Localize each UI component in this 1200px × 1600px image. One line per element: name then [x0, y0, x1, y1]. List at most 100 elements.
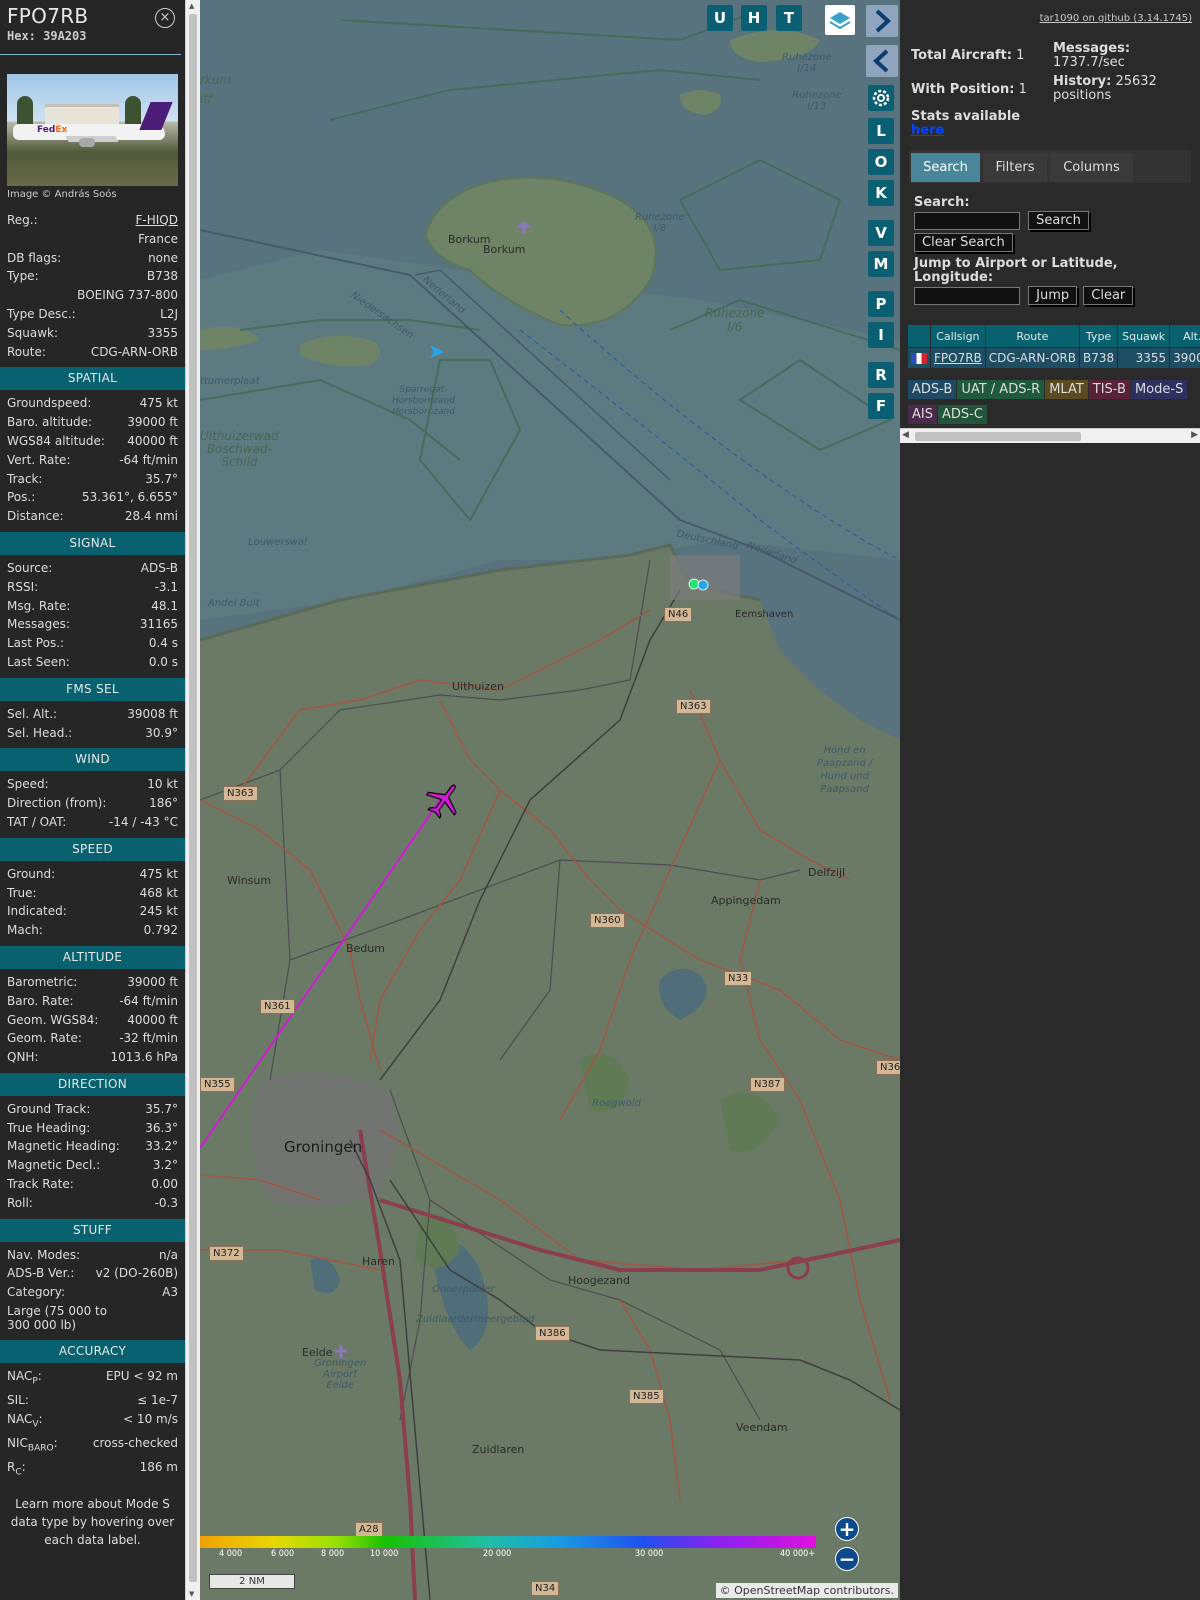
layers-icon[interactable] — [825, 5, 855, 35]
info-label[interactable]: Pos.: — [7, 488, 35, 507]
info-label[interactable]: Type: — [7, 267, 39, 286]
info-label[interactable]: TAT / OAT: — [7, 813, 66, 832]
toggle-button-h[interactable]: H — [741, 5, 767, 31]
info-label[interactable]: Ground: — [7, 865, 55, 884]
info-label[interactable]: Type Desc.: — [7, 305, 76, 324]
github-link[interactable]: tar1090 on github (3.14.1745) — [1040, 13, 1192, 24]
info-label[interactable]: RC: — [7, 1458, 26, 1482]
info-label[interactable]: Track: — [7, 470, 42, 489]
info-label[interactable]: Nav. Modes: — [7, 1246, 80, 1265]
toggle-button-p[interactable]: P — [868, 291, 894, 317]
col-header-callsign[interactable]: Callsign — [930, 324, 986, 348]
jump-button[interactable]: Jump — [1028, 286, 1078, 305]
map-attribution[interactable]: © OpenStreetMap contributors. — [715, 1583, 898, 1598]
toggle-button-o[interactable]: O — [868, 149, 894, 175]
info-label[interactable]: NICBARO: — [7, 1434, 58, 1458]
info-label[interactable]: Route: — [7, 343, 46, 362]
tab-search[interactable]: Search — [911, 153, 980, 182]
toggle-button-f[interactable]: F — [868, 393, 894, 419]
scrollbar-thumb[interactable] — [915, 432, 1081, 441]
toggle-button-k[interactable]: K — [868, 180, 894, 206]
info-label[interactable]: WGS84 altitude: — [7, 432, 105, 451]
col-header-flag[interactable] — [907, 324, 931, 348]
place-label: rkum — [200, 73, 232, 87]
close-icon[interactable]: × — [155, 8, 175, 28]
info-label[interactable]: NACP: — [7, 1367, 42, 1391]
cell-callsign[interactable]: FPO7RB — [930, 347, 986, 368]
map-view[interactable]: U H T L O K V M P I R F Borkum Borkum Ru… — [200, 0, 900, 1600]
info-panel-scrollbar[interactable]: ▲ ▼ — [185, 0, 200, 1600]
info-label[interactable]: Last Seen: — [7, 653, 70, 672]
info-label[interactable]: SIL: — [7, 1391, 29, 1410]
scroll-up-arrow-icon[interactable]: ▲ — [189, 2, 194, 10]
zoom-in-button[interactable]: + — [835, 1517, 859, 1541]
toggle-button-l[interactable]: L — [868, 118, 894, 144]
info-label[interactable]: NACV: — [7, 1410, 43, 1434]
col-header-squawk[interactable]: Squawk — [1117, 324, 1171, 348]
toggle-button-u[interactable]: U — [707, 5, 733, 31]
info-label[interactable]: RSSI: — [7, 578, 38, 597]
search-input[interactable] — [914, 211, 1020, 230]
info-label[interactable]: Mach: — [7, 921, 43, 940]
tab-filters[interactable]: Filters — [983, 153, 1047, 182]
scroll-left-arrow-icon[interactable]: ◀ — [902, 430, 909, 440]
info-label[interactable]: Magnetic Decl.: — [7, 1156, 100, 1175]
search-button[interactable]: Search — [1028, 211, 1089, 230]
info-label[interactable]: Reg.: — [7, 211, 38, 230]
info-label[interactable]: Sel. Alt.: — [7, 705, 57, 724]
toggle-button-i[interactable]: I — [868, 322, 894, 348]
info-label[interactable]: Source: — [7, 559, 52, 578]
info-label[interactable]: Msg. Rate: — [7, 597, 70, 616]
chevron-left-icon[interactable] — [866, 45, 898, 77]
jump-input[interactable] — [914, 286, 1020, 305]
info-label[interactable]: Last Pos.: — [7, 634, 64, 653]
toggle-button-m[interactable]: M — [868, 251, 894, 277]
info-label[interactable]: Squawk: — [7, 324, 58, 343]
info-label[interactable]: Direction (from): — [7, 794, 106, 813]
stats-link[interactable]: here — [911, 124, 1020, 138]
info-label[interactable]: Geom. Rate: — [7, 1029, 82, 1048]
info-label[interactable]: ADS-B Ver.: — [7, 1264, 74, 1283]
chevron-right-icon[interactable] — [866, 5, 898, 37]
info-label[interactable]: Baro. Rate: — [7, 992, 74, 1011]
info-label[interactable]: QNH: — [7, 1048, 39, 1067]
info-label[interactable]: Distance: — [7, 507, 64, 526]
info-label[interactable]: Geom. WGS84: — [7, 1011, 98, 1030]
info-label[interactable]: Track Rate: — [7, 1175, 74, 1194]
col-header-alt[interactable]: Alt. — [1169, 324, 1200, 348]
toggle-button-t[interactable]: T — [776, 5, 802, 31]
selected-aircraft-icon[interactable] — [424, 780, 464, 820]
info-label[interactable]: DB flags: — [7, 249, 61, 268]
scroll-down-arrow-icon[interactable]: ▼ — [189, 1590, 194, 1598]
col-header-route[interactable]: Route — [984, 324, 1080, 348]
info-label[interactable]: True: — [7, 884, 37, 903]
info-label[interactable]: Vert. Rate: — [7, 451, 71, 470]
info-label[interactable]: Groundspeed: — [7, 394, 91, 413]
toggle-button-v[interactable]: V — [868, 220, 894, 246]
info-label[interactable]: Speed: — [7, 775, 49, 794]
aircraft-photo[interactable]: FedEx — [7, 74, 178, 186]
scroll-right-arrow-icon[interactable]: ▶ — [1191, 430, 1198, 440]
col-header-type[interactable]: Type — [1078, 324, 1119, 348]
info-label[interactable]: Sel. Head.: — [7, 724, 72, 743]
clear-jump-button[interactable]: Clear — [1083, 286, 1134, 305]
info-label[interactable]: Roll: — [7, 1194, 33, 1213]
zoom-out-button[interactable]: − — [835, 1547, 859, 1571]
info-label[interactable]: Indicated: — [7, 902, 67, 921]
info-label[interactable]: Baro. altitude: — [7, 413, 92, 432]
table-horizontal-scrollbar[interactable]: ◀ ▶ — [900, 428, 1200, 443]
info-label[interactable]: Barometric: — [7, 973, 77, 992]
tab-columns[interactable]: Columns — [1050, 153, 1133, 182]
scrollbar-thumb[interactable] — [189, 14, 197, 1582]
clear-search-button[interactable]: Clear Search — [914, 233, 1013, 252]
info-label[interactable]: Large (75 000 to 300 000 lb) — [7, 1302, 127, 1334]
info-label[interactable]: Magnetic Heading: — [7, 1137, 120, 1156]
info-label[interactable]: True Heading: — [7, 1119, 90, 1138]
table-row[interactable]: FPO7RB CDG-ARN-ORB B738 3355 39000 — [907, 347, 1200, 368]
info-label[interactable]: Category: — [7, 1283, 65, 1302]
toggle-button-r[interactable]: R — [868, 362, 894, 388]
registration-link[interactable]: F-HIQD — [136, 211, 178, 230]
info-label[interactable]: Ground Track: — [7, 1100, 90, 1119]
gear-icon[interactable] — [868, 85, 894, 111]
info-label[interactable]: Messages: — [7, 615, 70, 634]
